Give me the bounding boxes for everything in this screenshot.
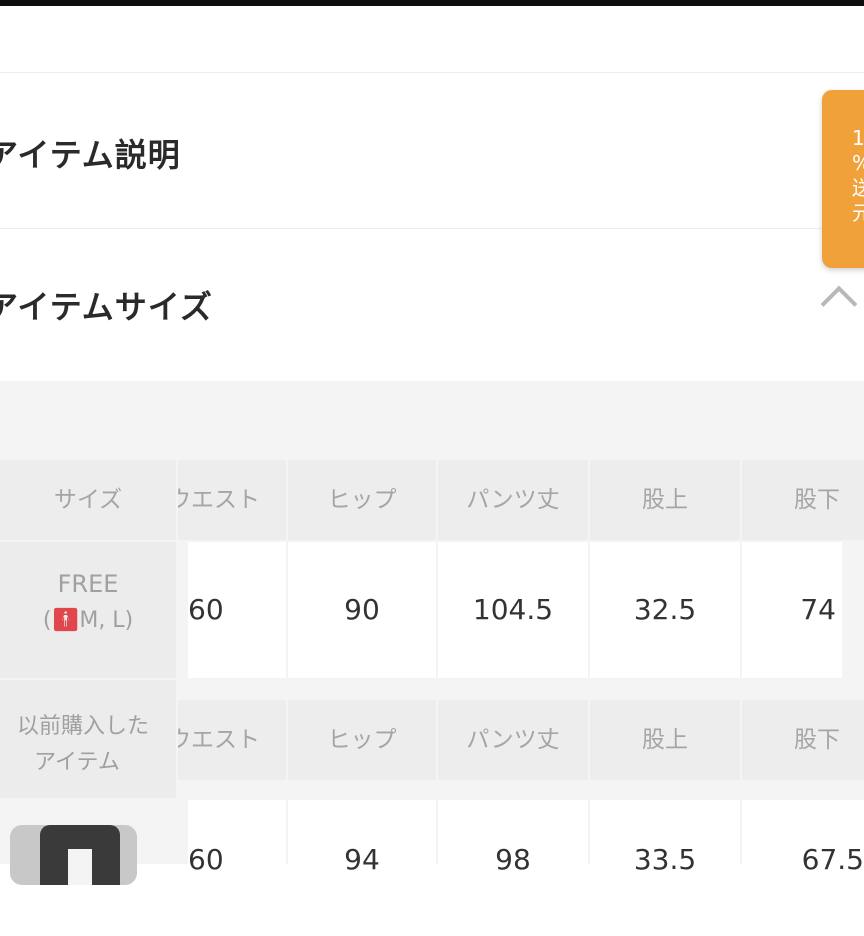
header-hip: ヒップ (288, 700, 436, 780)
cell-inseam: 74 (742, 542, 842, 678)
size-row-label: FREE (🚹︎M, L) (0, 542, 176, 678)
divider (0, 228, 864, 229)
cell-hip: 94 (288, 800, 436, 936)
header-inseam: 股下 (742, 460, 864, 540)
cell-waist: 60 (188, 542, 286, 678)
header-rise: 股上 (590, 700, 740, 780)
size-note-paren: ) (124, 608, 134, 633)
header-rise: 股上 (590, 460, 740, 540)
header-waist: ウエスト (178, 700, 286, 780)
header-inseam: 股下 (742, 700, 864, 780)
item-size-title[interactable]: アイテムサイズ (0, 282, 213, 328)
floating-tab-text: 元 (852, 201, 864, 225)
size-note: (🚹︎M, L) (0, 608, 176, 633)
floating-tab-text: 1 (852, 126, 864, 150)
cell-inseam: 67.5 (742, 800, 864, 936)
cell-pants-length: 104.5 (438, 542, 588, 678)
previous-purchase-line1: 以前購入した (16, 714, 149, 739)
cell-waist: 60 (188, 800, 286, 936)
cell-rise: 32.5 (590, 542, 740, 678)
floating-coupon-tab[interactable]: 1 % 送 元 (822, 90, 864, 268)
status-bar (0, 0, 864, 6)
size-note-text: M, L (79, 608, 125, 633)
previous-purchase-label: 以前購入した アイテム (0, 680, 176, 798)
floating-tab-text: 送 (852, 176, 864, 200)
size-name: FREE (57, 570, 119, 598)
header-pants-length: パンツ丈 (438, 700, 588, 780)
cell-rise: 33.5 (590, 800, 740, 936)
cell-hip: 90 (288, 542, 436, 678)
person-icon: 🚹︎ (51, 608, 80, 633)
cell-pants-length: 98 (438, 800, 588, 936)
header-waist: ウエスト (178, 460, 286, 540)
divider (0, 72, 864, 73)
previous-purchase-line2: アイテム (34, 750, 120, 775)
chevron-up-icon[interactable] (820, 285, 858, 323)
header-size: サイズ (0, 460, 176, 540)
header-pants-length: パンツ丈 (438, 460, 588, 540)
floating-tab-text: % (852, 151, 864, 176)
item-description-title[interactable]: アイテム説明 (0, 130, 181, 176)
header-hip: ヒップ (288, 460, 436, 540)
previous-item-thumbnail[interactable] (10, 825, 137, 885)
